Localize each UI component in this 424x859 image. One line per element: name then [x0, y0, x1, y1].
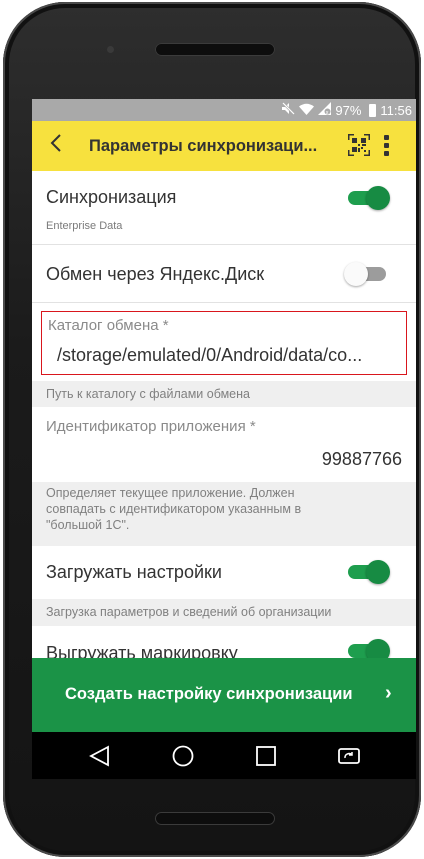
front-camera — [107, 46, 114, 53]
status-time: 11:56 — [380, 102, 412, 118]
recents-square-icon[interactable] — [254, 744, 278, 768]
settings-list: Синхронизация Enterprise Data Обмен чере… — [32, 171, 416, 658]
more-vertical-icon[interactable] — [384, 135, 390, 157]
app-id-value[interactable]: 99887766 — [322, 449, 402, 470]
rotate-screen-icon[interactable] — [337, 744, 361, 768]
load-settings-row[interactable]: Загружать настройки — [32, 547, 416, 599]
app-id-field[interactable]: Идентификатор приложения * 99887766 — [32, 408, 416, 480]
screen: x 97% 11:56 Параметры синхронизаци... Си… — [32, 99, 416, 779]
battery-percent: 97% — [335, 102, 362, 118]
sync-row[interactable]: Синхронизация Enterprise Data — [32, 171, 416, 244]
home-circle-icon[interactable] — [171, 744, 195, 768]
chevron-right-icon: › — [385, 682, 392, 704]
yandex-disk-row[interactable]: Обмен через Яндекс.Диск — [32, 245, 416, 302]
nav-bar — [32, 732, 416, 779]
sync-label: Синхронизация — [46, 187, 177, 207]
app-id-label: Идентификатор приложения * — [46, 418, 256, 435]
status-bar: x 97% 11:56 — [32, 99, 416, 121]
export-marking-label: Выгружать маркировку — [46, 643, 238, 658]
chevron-left-icon[interactable] — [50, 133, 62, 159]
top-speaker — [155, 43, 275, 56]
svg-text:x: x — [326, 110, 329, 115]
qr-code-icon[interactable] — [348, 134, 370, 156]
exchange-catalog-hint: Путь к каталогу с файлами обмена — [32, 381, 416, 407]
load-settings-hint: Загрузка параметров и сведений об органи… — [32, 599, 416, 626]
signal-icon: x — [318, 102, 332, 118]
exchange-catalog-value[interactable]: /storage/emulated/0/Android/data/co... — [57, 345, 362, 366]
load-settings-label: Загружать настройки — [46, 562, 222, 582]
divider — [32, 302, 416, 303]
app-id-hint-line-1: Определяет текущее приложение. Должен — [46, 486, 295, 500]
yandex-disk-toggle[interactable] — [344, 262, 390, 286]
wifi-icon — [299, 103, 315, 118]
exchange-catalog-field[interactable]: Каталог обмена * /storage/emulated/0/And… — [32, 311, 416, 379]
page-title: Параметры синхронизаци... — [89, 137, 318, 155]
sync-toggle[interactable] — [344, 186, 390, 210]
sync-sub-label: Enterprise Data — [46, 220, 123, 232]
app-id-hint-line-2: совпадать с идентификатором указанным в — [46, 502, 302, 516]
highlight-box: Каталог обмена * /storage/emulated/0/And… — [41, 311, 407, 375]
mute-icon — [281, 102, 296, 118]
load-settings-toggle[interactable] — [344, 560, 390, 584]
exchange-catalog-label: Каталог обмена * — [48, 317, 169, 334]
battery-icon — [369, 103, 377, 117]
bottom-speaker — [155, 812, 275, 825]
app-bar: Параметры синхронизаци... — [32, 121, 416, 171]
back-triangle-icon[interactable] — [88, 744, 112, 768]
exchange-catalog-hint-text: Путь к каталогу с файлами обмена — [46, 387, 250, 401]
yandex-disk-label: Обмен через Яндекс.Диск — [46, 264, 265, 284]
app-id-hint-line-3: "большой 1С". — [46, 518, 130, 532]
create-sync-setting-button[interactable]: Создать настройку синхронизации › — [32, 658, 416, 732]
create-sync-setting-label: Создать настройку синхронизации — [65, 685, 353, 703]
load-settings-hint-text: Загрузка параметров и сведений об органи… — [46, 605, 332, 619]
export-marking-row[interactable]: Выгружать маркировку — [32, 627, 416, 658]
app-id-hint: Определяет текущее приложение. Должен со… — [32, 482, 416, 546]
export-marking-toggle[interactable] — [344, 639, 390, 658]
